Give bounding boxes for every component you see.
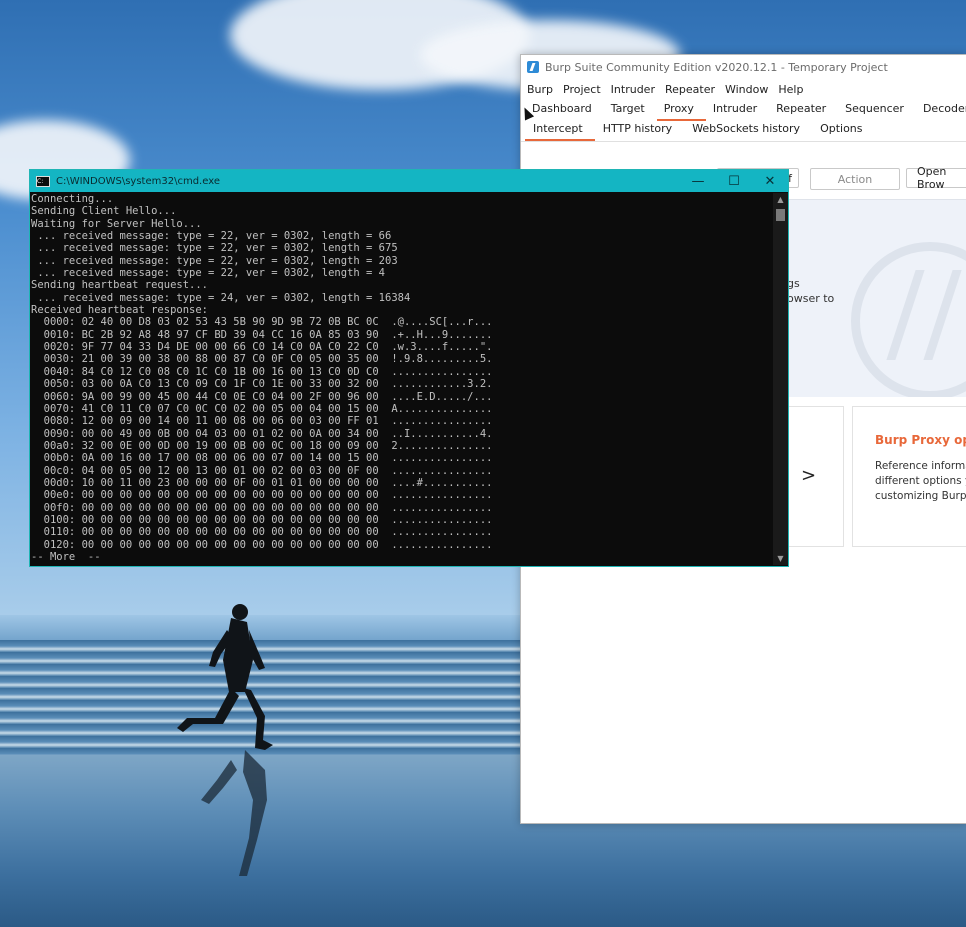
cmd-output-line: -- More -- <box>31 550 101 563</box>
cmd-output-line: 0070: 41 C0 11 C0 07 C0 0C C0 02 00 05 0… <box>31 402 493 415</box>
cmd-window: C: C:\WINDOWS\system32\cmd.exe — ☐ ✕ Con… <box>29 169 789 567</box>
card-body-line: customizing Burp P <box>875 490 966 502</box>
card-body-line: Reference informati <box>875 460 966 472</box>
tab-intruder[interactable]: Intruder <box>706 102 769 121</box>
cmd-output-line: 0050: 03 00 0A C0 13 C0 09 C0 1F C0 1E 0… <box>31 378 493 391</box>
carousel-card[interactable]: > <box>789 406 844 547</box>
proxy-subtabs: Intercept HTTP history WebSockets histor… <box>521 121 966 142</box>
tab-proxy[interactable]: Proxy <box>656 102 706 121</box>
scroll-thumb[interactable] <box>776 209 785 221</box>
cmd-output-line: 00a0: 32 00 0E 00 0D 00 19 00 0B 00 0C 0… <box>31 439 493 452</box>
cmd-window-title: C:\WINDOWS\system32\cmd.exe <box>56 175 220 187</box>
cmd-output[interactable]: Connecting... Sending Client Hello... Wait… <box>30 193 773 565</box>
tab-decoder[interactable]: Decoder <box>916 102 966 121</box>
cmd-output-line: Connecting... <box>31 193 114 205</box>
cmd-output-line: 0080: 12 00 09 00 14 00 11 00 08 00 06 0… <box>31 415 493 428</box>
card-body-line: different options yo <box>875 475 966 487</box>
burp-main-tabs: Dashboard Target Proxy Intruder Repeater… <box>521 100 966 121</box>
cmd-output-line: Sending Client Hello... <box>31 205 177 218</box>
chevron-right-icon[interactable]: > <box>801 465 816 486</box>
cmd-output-line: 0110: 00 00 00 00 00 00 00 00 00 00 00 0… <box>31 526 493 539</box>
burp-menu-bar: Burp Project Intruder Repeater Window He… <box>521 79 966 100</box>
burp-logo-icon <box>527 61 539 73</box>
menu-repeater[interactable]: Repeater <box>665 83 715 96</box>
cmd-output-line: 0090: 00 00 49 00 0B 00 04 03 00 01 02 0… <box>31 427 493 440</box>
minimize-icon[interactable]: — <box>680 170 716 192</box>
cmd-output-line: 00d0: 10 00 11 00 23 00 00 00 0F 00 01 0… <box>31 476 493 489</box>
burp-title-bar[interactable]: Burp Suite Community Edition v2020.12.1 … <box>521 55 966 79</box>
cmd-output-line: Sending heartbeat request... <box>31 279 209 292</box>
tab-target[interactable]: Target <box>604 102 657 121</box>
intercept-info-text: gs owser to <box>787 276 834 306</box>
menu-intruder[interactable]: Intruder <box>611 83 655 96</box>
cmd-output-line: 00b0: 0A 00 16 00 17 00 08 00 06 00 07 0… <box>31 452 493 465</box>
cmd-scrollbar[interactable]: ▲ ▼ <box>773 193 788 565</box>
runner-silhouette <box>177 604 273 876</box>
close-icon[interactable]: ✕ <box>752 170 788 192</box>
cmd-output-line: 0010: BC 2B 92 A8 48 97 CF BD 39 04 CC 1… <box>31 328 493 341</box>
cmd-output-line: Received heartbeat response: <box>31 304 209 317</box>
cmd-output-line: 00e0: 00 00 00 00 00 00 00 00 00 00 00 0… <box>31 489 493 502</box>
intercept-info-line: owser to <box>787 292 835 305</box>
cmd-output-line: 0030: 21 00 39 00 38 00 88 00 87 C0 0F C… <box>31 353 493 366</box>
subtab-intercept[interactable]: Intercept <box>525 122 595 141</box>
cmd-output-line: 0000: 02 40 00 D8 03 02 53 43 5B 90 9D 9… <box>31 316 493 329</box>
subtab-options[interactable]: Options <box>812 122 874 141</box>
tab-dashboard[interactable]: Dashboard <box>525 102 604 121</box>
cmd-output-line: 00f0: 00 00 00 00 00 00 00 00 00 00 00 0… <box>31 501 493 514</box>
scroll-up-icon[interactable]: ▲ <box>773 195 788 204</box>
open-browser-button[interactable]: Open Brow <box>906 165 966 191</box>
card-body: Reference informati different options yo… <box>875 459 966 504</box>
intercept-info-line: gs <box>787 277 800 290</box>
scroll-down-icon[interactable]: ▼ <box>773 554 788 563</box>
tab-sequencer[interactable]: Sequencer <box>838 102 916 121</box>
cmd-output-line: ... received message: type = 22, ver = 0… <box>31 242 398 255</box>
cmd-app-icon: C: <box>36 175 50 187</box>
cmd-output-line: 0100: 00 00 00 00 00 00 00 00 00 00 00 0… <box>31 513 493 526</box>
cmd-output-line: ... received message: type = 22, ver = 0… <box>31 267 386 280</box>
cmd-output-line: 0060: 9A 00 99 00 45 00 44 C0 0E C0 04 0… <box>31 390 493 403</box>
menu-burp[interactable]: Burp <box>527 83 553 96</box>
menu-help[interactable]: Help <box>778 83 803 96</box>
cmd-output-line: 0020: 9F 77 04 33 D4 DE 00 00 66 C0 14 C… <box>31 341 493 354</box>
cmd-output-line: 0120: 00 00 00 00 00 00 00 00 00 00 00 0… <box>31 538 493 551</box>
cmd-output-line: ... received message: type = 22, ver = 0… <box>31 230 392 243</box>
maximize-icon[interactable]: ☐ <box>716 170 752 192</box>
cmd-title-bar[interactable]: C: C:\WINDOWS\system32\cmd.exe — ☐ ✕ <box>30 170 788 192</box>
subtab-http-history[interactable]: HTTP history <box>595 122 684 141</box>
action-button[interactable]: Action <box>810 168 900 190</box>
cmd-output-line: 0040: 84 C0 12 C0 08 C0 1C C0 1B 00 16 0… <box>31 365 493 378</box>
proxy-options-card[interactable]: Burp Proxy optic Reference informati dif… <box>852 406 966 547</box>
subtab-websockets-history[interactable]: WebSockets history <box>684 122 812 141</box>
burp-window-title: Burp Suite Community Edition v2020.12.1 … <box>545 60 888 74</box>
menu-project[interactable]: Project <box>563 83 601 96</box>
cmd-output-line: ... received message: type = 22, ver = 0… <box>31 254 398 267</box>
tab-repeater[interactable]: Repeater <box>769 102 838 121</box>
action-button-label: Action <box>837 172 873 186</box>
open-browser-label: Open Brow <box>917 165 947 191</box>
cmd-output-line: 00c0: 04 00 05 00 12 00 13 00 01 00 02 0… <box>31 464 493 477</box>
card-title[interactable]: Burp Proxy optic <box>875 433 966 447</box>
cmd-output-line: Waiting for Server Hello... <box>31 217 202 230</box>
menu-window[interactable]: Window <box>725 83 768 96</box>
cmd-output-line: ... received message: type = 24, ver = 0… <box>31 291 411 304</box>
